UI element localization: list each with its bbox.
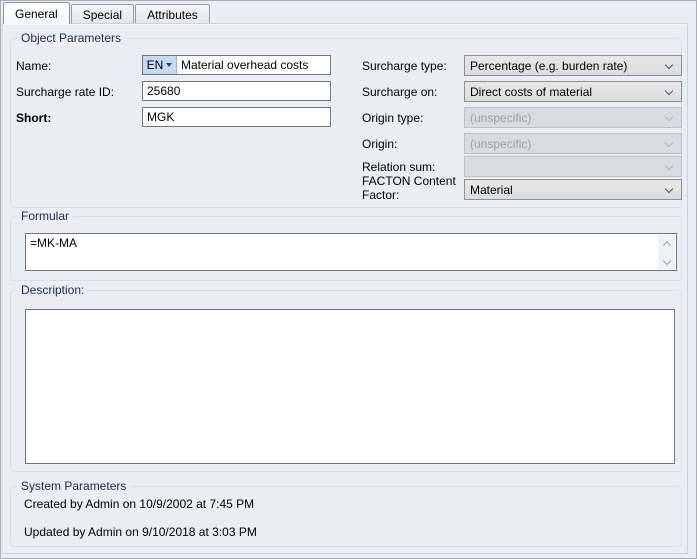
description-value	[26, 310, 674, 314]
chevron-down-icon	[665, 162, 673, 170]
surcharge-rate-id-label: Surcharge rate ID:	[16, 85, 114, 99]
description-input[interactable]	[25, 309, 675, 464]
surcharge-type-value: Percentage (e.g. burden rate)	[470, 59, 627, 73]
surcharge-rate-id-input[interactable]: 25680	[142, 81, 331, 101]
surcharge-type-label: Surcharge type:	[362, 59, 447, 73]
surcharge-type-select[interactable]: Percentage (e.g. burden rate)	[464, 55, 682, 76]
tab-special[interactable]: Special	[71, 4, 134, 23]
surcharge-rate-id-value: 25680	[143, 84, 184, 98]
scroll-down-icon[interactable]	[662, 256, 670, 264]
formula-value: =MK-MA	[26, 234, 676, 252]
facton-content-factor-value: Material	[470, 183, 513, 197]
updated-by-text: Updated by Admin on 9/10/2018 at 3:03 PM	[24, 525, 257, 539]
formular-title: Formular	[17, 209, 73, 223]
tab-bar: General Special Attributes	[3, 2, 211, 23]
tab-general[interactable]: General	[3, 2, 70, 24]
short-input[interactable]: MGK	[142, 107, 331, 127]
facton-content-factor-label: FACTON Content Factor:	[362, 174, 462, 202]
relation-sum-select	[464, 156, 682, 177]
origin-label: Origin:	[362, 137, 397, 151]
surcharge-on-label: Surcharge on:	[362, 85, 437, 99]
language-selector-value: EN	[147, 58, 164, 72]
origin-type-select: (unspecific)	[464, 107, 682, 128]
created-by-text: Created by Admin on 10/9/2002 at 7:45 PM	[24, 497, 254, 511]
chevron-down-icon	[665, 61, 673, 69]
name-input[interactable]: EN Material overhead costs	[142, 55, 331, 75]
chevron-down-icon	[665, 87, 673, 95]
name-label: Name:	[16, 59, 51, 73]
origin-value: (unspecific)	[470, 137, 531, 151]
surcharge-on-value: Direct costs of material	[470, 85, 592, 99]
tab-attributes[interactable]: Attributes	[135, 4, 210, 23]
object-parameters-title: Object Parameters	[17, 31, 125, 45]
scroll-up-icon[interactable]	[662, 241, 670, 249]
short-label: Short:	[16, 111, 51, 125]
description-title: Description:	[17, 283, 88, 297]
system-parameters-title: System Parameters	[17, 479, 130, 493]
formula-input[interactable]: =MK-MA	[25, 233, 677, 271]
properties-window: General Special Attributes Object Parame…	[0, 0, 697, 559]
language-selector[interactable]: EN	[143, 56, 177, 74]
chevron-down-icon	[665, 139, 673, 147]
tab-page-general: Object Parameters Name: EN Material over…	[2, 23, 688, 554]
name-input-value: Material overhead costs	[177, 58, 312, 72]
origin-select: (unspecific)	[464, 133, 682, 154]
relation-sum-label: Relation sum:	[362, 160, 435, 174]
origin-type-value: (unspecific)	[470, 111, 531, 125]
formula-scrollbar[interactable]	[658, 235, 675, 269]
short-value: MGK	[143, 110, 178, 124]
facton-content-factor-select[interactable]: Material	[464, 179, 682, 200]
chevron-down-icon	[665, 113, 673, 121]
surcharge-on-select[interactable]: Direct costs of material	[464, 81, 682, 102]
dropdown-arrow-icon	[166, 63, 172, 67]
chevron-down-icon	[665, 185, 673, 193]
origin-type-label: Origin type:	[362, 111, 423, 125]
